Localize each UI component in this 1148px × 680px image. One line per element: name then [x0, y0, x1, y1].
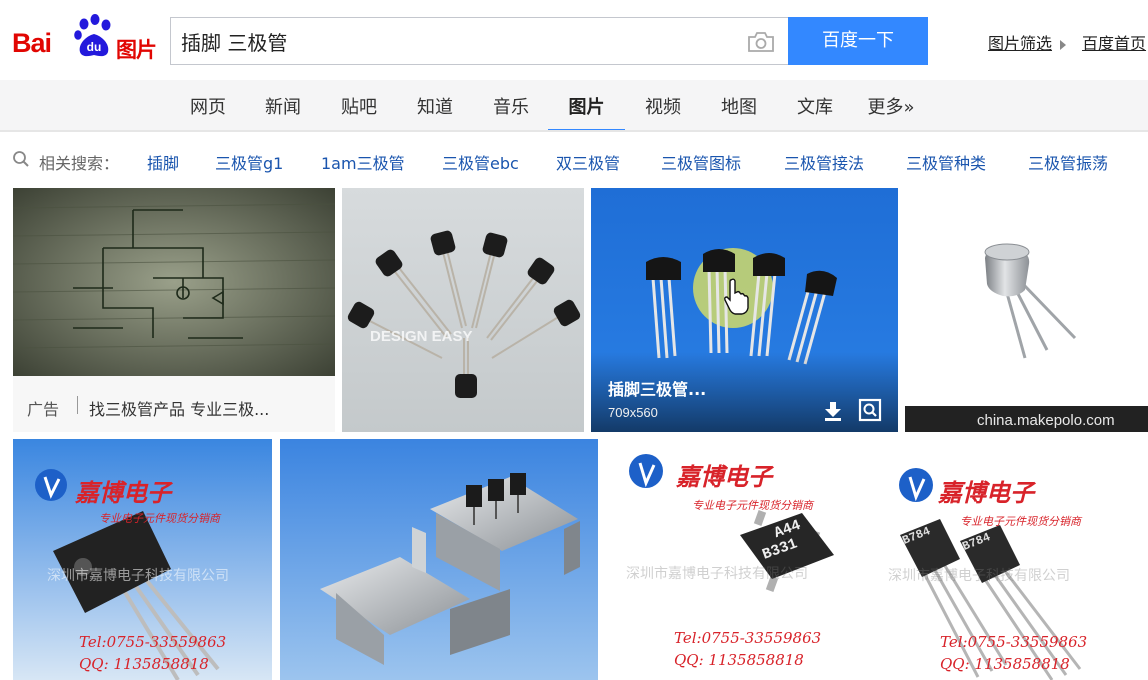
tab-more[interactable]: 更多» — [864, 93, 918, 132]
metal-can-image — [905, 243, 1148, 432]
qq-watermark: QQ: 1135858818 — [674, 651, 804, 669]
baidu-home-link[interactable]: 百度首页 — [1082, 30, 1146, 54]
logo-bai: Bai — [12, 28, 52, 58]
watermark-makepolo: china.makepolo.com — [977, 412, 1115, 429]
tel-watermark: Tel:0755-33559863 — [674, 629, 822, 647]
result-image-jiabo-1[interactable]: 嘉博电子 专业电子元件现货分销商 深圳市嘉博电子科技有限公司 Tel:0755-… — [13, 439, 272, 680]
brand-name: 嘉博电子 — [676, 462, 772, 491]
camera-icon[interactable] — [747, 31, 775, 53]
cursor-icon — [724, 278, 749, 315]
related-item[interactable]: 双三极管 — [556, 150, 620, 174]
tab-map[interactable]: 地图 — [718, 93, 760, 132]
search-input[interactable] — [171, 18, 731, 64]
logo-tupian: 图片 — [116, 38, 157, 62]
tel-watermark: Tel:0755-33559863 — [940, 633, 1088, 651]
qq-watermark: QQ: 1135858818 — [79, 655, 209, 673]
tab-music[interactable]: 音乐 — [490, 93, 532, 132]
tab-zhidao[interactable]: 知道 — [414, 93, 456, 132]
hover-title[interactable]: 插脚三极管... — [608, 376, 706, 400]
related-item[interactable]: 三极管g1 — [215, 150, 283, 174]
result-image-fan-transistors[interactable]: DESIGN EASY — [342, 188, 584, 432]
brand-name: 嘉博电子 — [75, 478, 171, 507]
company-watermark: 深圳市嘉博电子科技有限公司 — [626, 566, 808, 582]
related-label: 相关搜索： — [39, 154, 120, 173]
tab-web[interactable]: 网页 — [188, 93, 228, 132]
company-watermark: 深圳市嘉博电子科技有限公司 — [888, 568, 1070, 584]
hover-size: 709x560 — [608, 405, 658, 420]
search-button[interactable]: 百度一下 — [788, 17, 928, 65]
qq-watermark: QQ: 1135858818 — [940, 655, 1070, 673]
tab-images[interactable]: 图片 — [548, 93, 625, 132]
related-item[interactable]: 三极管图标 — [661, 150, 741, 174]
ad-title[interactable]: 找三极管产品 专业三极... — [89, 396, 269, 420]
tel-watermark: Tel:0755-33559863 — [79, 633, 227, 651]
metal-brackets-image — [280, 439, 598, 680]
brand-subtitle: 专业电子元件现货分销商 — [99, 512, 220, 525]
tab-video[interactable]: 视频 — [642, 93, 684, 132]
related-item[interactable]: 三极管振荡 — [1028, 150, 1108, 174]
related-item[interactable]: 插脚 — [147, 150, 179, 174]
download-icon[interactable] — [822, 400, 844, 422]
image-filter-link[interactable]: 图片筛选 — [988, 30, 1052, 54]
tab-wenku[interactable]: 文库 — [794, 93, 836, 132]
result-image-brackets[interactable] — [280, 439, 598, 680]
related-item[interactable]: 三极管接法 — [784, 150, 864, 174]
fan-transistors-image — [342, 188, 584, 432]
brand-subtitle: 专业电子元件现货分销商 — [960, 515, 1081, 528]
triangle-right-icon — [1060, 39, 1067, 50]
search-box — [170, 17, 788, 65]
brand-subtitle: 专业电子元件现货分销商 — [692, 499, 813, 512]
circuit-sketch-image — [13, 188, 335, 376]
logo-du: du — [87, 40, 102, 54]
zoom-icon[interactable] — [858, 398, 882, 422]
related-searches: 相关搜索： 插脚 三极管g1 1am三极管 三极管ebc 双三极管 三极管图标 … — [0, 132, 1148, 188]
header: Bai du 图片 百度一下 图片筛选 百度首页 — [0, 0, 1148, 80]
result-image-circuit[interactable] — [13, 188, 335, 376]
baidu-logo[interactable]: Bai du 图片 — [12, 14, 162, 64]
ad-separator — [77, 396, 78, 414]
search-icon — [13, 151, 29, 167]
related-item[interactable]: 1am三极管 — [321, 150, 405, 174]
related-item[interactable]: 三极管种类 — [906, 150, 986, 174]
watermark-design-easy: DESIGN EASY — [370, 328, 473, 345]
ad-caption[interactable]: 广告 找三极管产品 专业三极... — [13, 376, 335, 432]
nav-tabs: 网页 新闻 贴吧 知道 音乐 图片 视频 地图 文库 更多» — [0, 80, 1148, 132]
tab-tieba[interactable]: 贴吧 — [338, 93, 380, 132]
brand-name: 嘉博电子 — [938, 478, 1034, 507]
result-image-metal-can[interactable]: china.makepolo.com — [905, 188, 1148, 432]
ad-tag: 广告 — [27, 400, 60, 419]
related-item[interactable]: 三极管ebc — [442, 150, 519, 174]
result-image-jiabo-3[interactable]: 嘉博电子 专业电子元件现货分销商 B784 B784 深圳市嘉博电子科技有限公司… — [882, 439, 1148, 680]
top-links: 图片筛选 百度首页 — [988, 30, 1146, 54]
company-watermark: 深圳市嘉博电子科技有限公司 — [47, 568, 229, 584]
tab-news[interactable]: 新闻 — [262, 93, 304, 132]
result-image-jiabo-2[interactable]: 嘉博电子 专业电子元件现货分销商 A44 B331 深圳市嘉博电子科技有限公司 … — [606, 439, 874, 680]
baidu-paw-icon: du — [74, 14, 111, 57]
